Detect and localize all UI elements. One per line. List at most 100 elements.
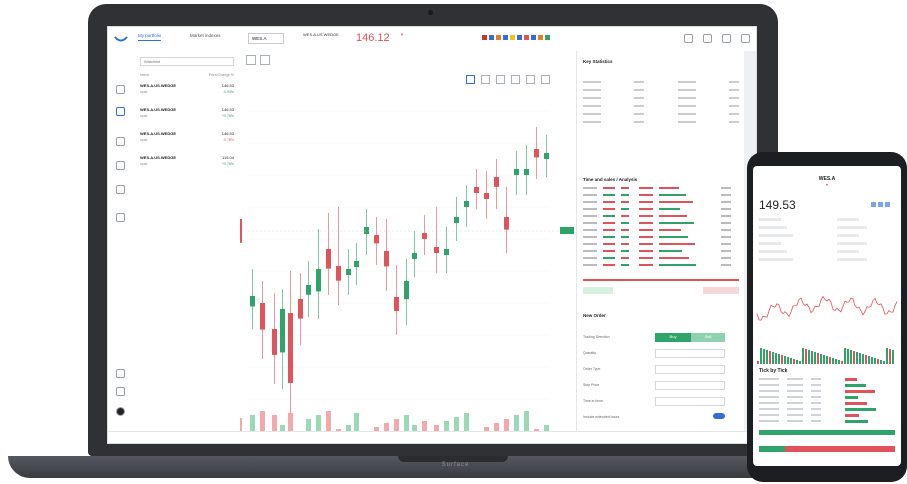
statistic-label bbox=[677, 121, 696, 123]
ts-size bbox=[621, 208, 629, 210]
volume-bar bbox=[394, 419, 399, 431]
app-logo-icon bbox=[114, 36, 128, 42]
ts-bid bbox=[639, 236, 653, 238]
rail-news-icon[interactable] bbox=[116, 185, 125, 194]
phone-volume-bar bbox=[871, 357, 873, 364]
ts-time bbox=[583, 229, 597, 231]
ts-time bbox=[583, 208, 597, 210]
price-marker bbox=[560, 227, 574, 234]
tick-depth-bar bbox=[845, 390, 875, 393]
watchlist-price: 146.53 bbox=[221, 83, 234, 88]
tick-time bbox=[759, 408, 779, 410]
rail-home-icon[interactable] bbox=[116, 85, 125, 94]
tick-price bbox=[787, 396, 803, 398]
ts-qty bbox=[721, 222, 731, 224]
statistic-value bbox=[634, 97, 645, 99]
phone-volume-bar bbox=[787, 357, 789, 364]
candle-body bbox=[444, 249, 449, 255]
user-icon[interactable] bbox=[722, 34, 731, 43]
time-in-force-select[interactable] bbox=[655, 397, 725, 406]
phone-volume-bar bbox=[889, 349, 891, 364]
settings-icon[interactable] bbox=[684, 34, 693, 43]
candle-body bbox=[474, 187, 479, 193]
left-rail bbox=[108, 51, 135, 431]
rail-theme-icon[interactable] bbox=[116, 407, 125, 416]
ts-bid bbox=[639, 264, 653, 266]
phone-price-change: ▼ bbox=[825, 183, 829, 187]
phone-view-icon[interactable] bbox=[871, 202, 876, 207]
volume-bar bbox=[250, 415, 255, 431]
menu-icon[interactable] bbox=[741, 34, 750, 43]
candle-body bbox=[298, 299, 303, 319]
tick-price bbox=[787, 378, 803, 380]
tick-size bbox=[811, 414, 821, 416]
tick-time bbox=[759, 390, 779, 392]
rail-settings-icon[interactable] bbox=[116, 369, 125, 378]
watchlist-search[interactable]: Watchlist bbox=[140, 57, 234, 66]
tab-my-portfolio[interactable]: My portfolio bbox=[138, 33, 162, 41]
symbol-input[interactable]: WES.A bbox=[248, 33, 284, 44]
ts-qty bbox=[721, 264, 731, 266]
ts-size bbox=[621, 229, 629, 231]
watchlist-row[interactable]: WES.A.US.WEDGE nyse 146.53 +0.76% bbox=[140, 107, 234, 127]
quantity-input[interactable] bbox=[655, 349, 725, 358]
phone-volume-bar bbox=[796, 360, 798, 364]
phone-view-icon[interactable] bbox=[878, 202, 883, 207]
phone-volume-bar bbox=[802, 348, 804, 364]
rail-help-icon[interactable] bbox=[116, 387, 125, 396]
phone-volume-bar bbox=[850, 350, 852, 364]
tick-price bbox=[787, 402, 803, 404]
ts-price bbox=[603, 194, 615, 196]
rail-chart-icon[interactable] bbox=[116, 107, 125, 116]
phone-volume-bar bbox=[781, 355, 783, 364]
statistic-row bbox=[583, 121, 739, 123]
candle-body bbox=[260, 303, 265, 330]
ts-bid bbox=[639, 257, 653, 259]
buy-button[interactable]: Buy bbox=[655, 333, 691, 342]
ts-depth-bar bbox=[659, 215, 687, 217]
sell-button[interactable]: Sell bbox=[691, 333, 725, 342]
watchlist-row[interactable]: WES.A.US.WEDGE nyse 146.53 -0.93% bbox=[140, 83, 234, 103]
ts-time bbox=[583, 222, 597, 224]
volume-bar bbox=[444, 421, 449, 431]
rail-filter-icon[interactable] bbox=[116, 161, 125, 170]
watchlist-symbol: WES.A.US.WEDGE bbox=[140, 155, 177, 160]
stop-price-input[interactable] bbox=[655, 381, 725, 390]
phone-volume-bar bbox=[865, 355, 867, 364]
statistic-label bbox=[583, 81, 601, 83]
ts-time bbox=[583, 236, 597, 238]
rail-portfolio-icon[interactable] bbox=[116, 137, 125, 146]
tab-market-indexes[interactable]: Market indexes bbox=[190, 33, 221, 38]
phone-volume-bar bbox=[784, 356, 786, 364]
phone-volume-bar bbox=[859, 353, 861, 364]
ts-qty bbox=[721, 250, 731, 252]
ts-depth-bar bbox=[659, 236, 688, 238]
candle-body bbox=[316, 269, 321, 292]
watchlist-row[interactable]: WES.A.US.WEDGE nyse 146.53 -0.78% bbox=[140, 131, 234, 151]
notifications-icon[interactable] bbox=[703, 34, 712, 43]
watchlist-row[interactable]: WES.A.US.WEDGE nyse 115.04 +0.76% bbox=[140, 155, 234, 175]
price-change: ▼ bbox=[400, 32, 404, 37]
phone-volume-bar bbox=[799, 361, 801, 364]
phone-stat-placeholder bbox=[837, 258, 867, 261]
tick-by-tick-table bbox=[759, 378, 895, 435]
price-chart-area[interactable] bbox=[240, 51, 576, 431]
phone-view-icon[interactable] bbox=[885, 202, 890, 207]
tick-size bbox=[811, 402, 821, 404]
ts-bid bbox=[639, 250, 653, 252]
rail-window-icon[interactable] bbox=[116, 213, 125, 222]
tick-size bbox=[811, 384, 821, 386]
phone-line-chart bbox=[756, 218, 898, 364]
phone-stat-placeholder bbox=[759, 258, 793, 261]
phone-volume-bar bbox=[757, 361, 759, 364]
tick-price bbox=[787, 420, 803, 422]
statistic-label bbox=[583, 97, 601, 99]
phone-volume-bar bbox=[868, 356, 870, 364]
ts-qty bbox=[721, 215, 731, 217]
tick-price bbox=[787, 408, 803, 410]
ts-size bbox=[621, 215, 629, 217]
extended-hours-toggle[interactable] bbox=[713, 413, 725, 419]
order-type-select[interactable] bbox=[655, 365, 725, 374]
phone-price: 149.53 bbox=[759, 198, 796, 212]
ts-time bbox=[583, 250, 597, 252]
